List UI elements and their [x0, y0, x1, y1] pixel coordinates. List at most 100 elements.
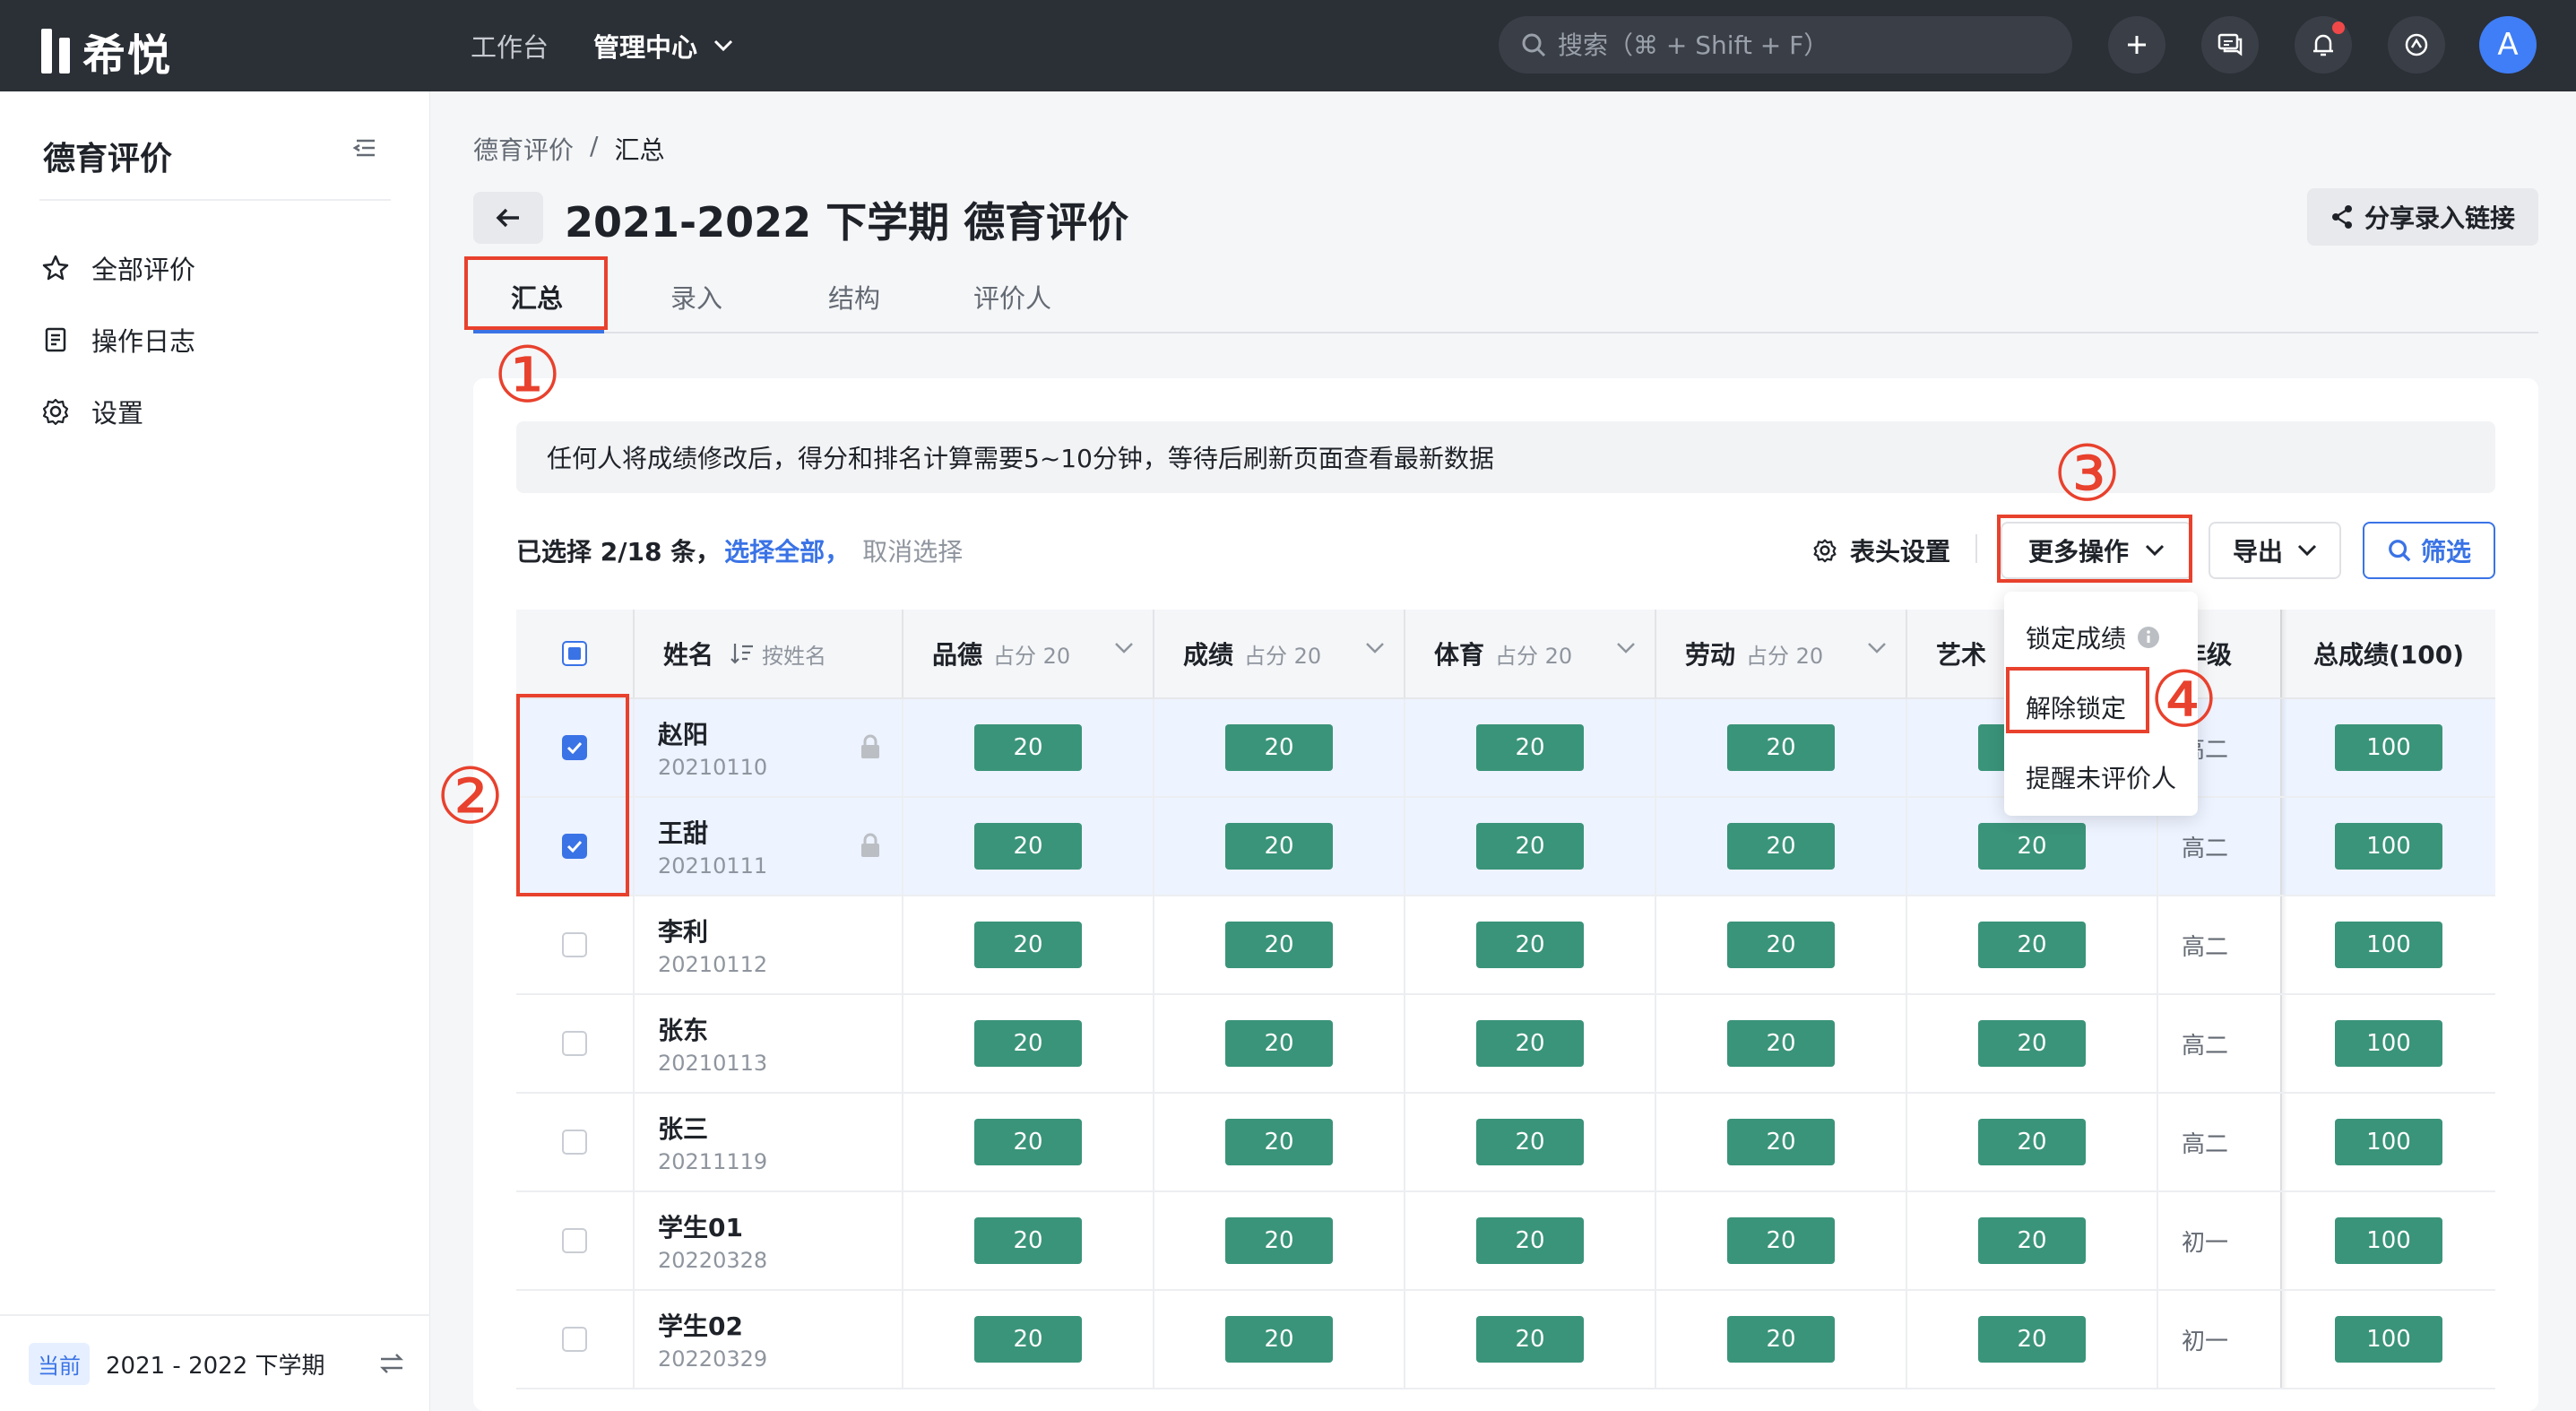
score-chip[interactable]: 20: [1476, 724, 1584, 771]
score-chip[interactable]: 20: [1476, 823, 1584, 870]
chevron-down-icon[interactable]: [1866, 642, 1888, 654]
sidebar-item-all-evaluations[interactable]: 全部评价: [41, 249, 195, 287]
table-row: 学生01 20220328 20 20 20 20 20 初一 100: [516, 1192, 2495, 1291]
score-chip[interactable]: 20: [1225, 1119, 1333, 1165]
row-checkbox[interactable]: [562, 1130, 587, 1155]
add-button[interactable]: [2108, 16, 2165, 74]
header-col-total[interactable]: 总成绩(100): [2282, 610, 2495, 697]
row-checkbox[interactable]: [562, 1327, 587, 1352]
score-chip[interactable]: 20: [1727, 1316, 1835, 1363]
header-col-grades[interactable]: 成绩 占分 20: [1154, 610, 1405, 697]
select-all-checkbox[interactable]: [562, 641, 587, 666]
score-cell-art: 20: [1907, 896, 2158, 993]
sidebar-item-settings[interactable]: 设置: [41, 393, 143, 430]
score-chip[interactable]: 20: [1476, 1217, 1584, 1264]
select-all-link[interactable]: 选择全部，: [724, 532, 850, 568]
term-selector[interactable]: 当前 2021 - 2022 下学期: [0, 1314, 430, 1411]
score-cell-pe: 20: [1405, 1291, 1656, 1388]
score-chip[interactable]: 20: [1476, 1119, 1584, 1165]
current-term: 2021 - 2022 下学期: [106, 1352, 325, 1380]
chevron-down-icon[interactable]: [1113, 642, 1135, 654]
current-badge: 当前: [29, 1342, 90, 1385]
row-checkbox[interactable]: [562, 1031, 587, 1056]
row-checkbox[interactable]: [562, 1228, 587, 1253]
sidebar: 德育评价 全部评价 操作日志 设置 当前 2021 - 2022 下学期: [0, 91, 430, 1411]
back-button[interactable]: [473, 192, 543, 244]
score-chip[interactable]: 20: [974, 1217, 1082, 1264]
score-chip[interactable]: 20: [1225, 1217, 1333, 1264]
score-chip[interactable]: 20: [974, 1119, 1082, 1165]
score-chip[interactable]: 20: [1727, 922, 1835, 968]
nav-admin-center[interactable]: 管理中心: [593, 27, 733, 65]
sidebar-item-operation-log[interactable]: 操作日志: [41, 321, 195, 359]
score-chip[interactable]: 20: [1225, 823, 1333, 870]
tab-evaluators[interactable]: 评价人: [973, 278, 1051, 316]
score-chip[interactable]: 20: [974, 922, 1082, 968]
score-chip[interactable]: 20: [1727, 724, 1835, 771]
header-col-pe[interactable]: 体育 占分 20: [1405, 610, 1656, 697]
collapse-sidebar-icon[interactable]: [351, 138, 376, 161]
score-chip[interactable]: 20: [1476, 1020, 1584, 1067]
notifications-button[interactable]: [2295, 16, 2352, 74]
total-score-chip[interactable]: 100: [2335, 724, 2442, 771]
global-search[interactable]: [1499, 16, 2072, 74]
bell-icon: [2313, 34, 2333, 56]
score-chip[interactable]: 20: [974, 1316, 1082, 1363]
score-cell-grades: 20: [1154, 1192, 1405, 1289]
total-score-chip[interactable]: 100: [2335, 1020, 2442, 1067]
export-button[interactable]: 导出: [2209, 522, 2341, 579]
header-settings-button[interactable]: 表头设置: [1812, 532, 1950, 568]
header-name[interactable]: 姓名 按姓名: [635, 610, 903, 697]
sidebar-item-label: 设置: [91, 398, 144, 428]
score-chip[interactable]: 20: [974, 724, 1082, 771]
summary-card: 任何人将成绩修改后，得分和排名计算需要5~10分钟，等待后刷新页面查看最新数据 …: [473, 378, 2538, 1411]
annotation-number-2: ②: [436, 752, 506, 842]
score-chip[interactable]: 20: [1225, 724, 1333, 771]
filter-button[interactable]: 筛选: [2363, 522, 2495, 579]
score-chip[interactable]: 20: [1978, 823, 2086, 870]
score-chip[interactable]: 20: [1727, 1119, 1835, 1165]
score-chip[interactable]: 20: [1978, 1217, 2086, 1264]
chevron-down-icon[interactable]: [1615, 642, 1637, 654]
app-switch-button[interactable]: [2388, 16, 2445, 74]
total-score-chip[interactable]: 100: [2335, 1119, 2442, 1165]
student-name: 学生02: [658, 1311, 743, 1341]
score-chip[interactable]: 20: [1727, 1217, 1835, 1264]
header-col-moral[interactable]: 品德 占分 20: [903, 610, 1154, 697]
student-id: 20211119: [658, 1149, 768, 1174]
chevron-down-icon[interactable]: [1364, 642, 1386, 654]
score-chip[interactable]: 20: [1978, 1020, 2086, 1067]
score-chip[interactable]: 20: [1727, 823, 1835, 870]
search-input[interactable]: [1558, 30, 2060, 60]
score-chip[interactable]: 20: [1225, 922, 1333, 968]
score-chip[interactable]: 20: [974, 1020, 1082, 1067]
row-checkbox[interactable]: [562, 932, 587, 957]
breadcrumb-link[interactable]: 德育评价: [473, 131, 574, 167]
share-entry-link-button[interactable]: 分享录入链接: [2307, 188, 2538, 246]
tab-structure[interactable]: 结构: [828, 278, 880, 316]
total-score-chip[interactable]: 100: [2335, 1316, 2442, 1363]
score-chip[interactable]: 20: [1476, 1316, 1584, 1363]
score-chip[interactable]: 20: [1225, 1020, 1333, 1067]
tab-entry[interactable]: 录入: [670, 278, 722, 316]
total-score-chip[interactable]: 100: [2335, 922, 2442, 968]
score-chip[interactable]: 20: [1978, 1119, 2086, 1165]
messages-button[interactable]: [2201, 16, 2259, 74]
total-score-chip[interactable]: 100: [2335, 823, 2442, 870]
score-chip[interactable]: 20: [1978, 1316, 2086, 1363]
nav-workbench[interactable]: 工作台: [471, 27, 549, 65]
score-chip[interactable]: 20: [1727, 1020, 1835, 1067]
user-avatar[interactable]: A: [2479, 16, 2537, 74]
student-name: 赵阳: [658, 720, 709, 749]
switch-term-icon[interactable]: [378, 1352, 405, 1379]
menu-item-remind-evaluators[interactable]: 提醒未评价人: [2004, 742, 2198, 812]
menu-item-label: 锁定成绩: [2026, 624, 2127, 654]
brand-logo[interactable]: 希悦: [41, 20, 172, 82]
score-chip[interactable]: 20: [1476, 922, 1584, 968]
score-chip[interactable]: 20: [1225, 1316, 1333, 1363]
header-col-labor[interactable]: 劳动 占分 20: [1656, 610, 1907, 697]
cancel-selection-link[interactable]: 取消选择: [862, 532, 963, 568]
total-score-chip[interactable]: 100: [2335, 1217, 2442, 1264]
score-chip[interactable]: 20: [1978, 922, 2086, 968]
score-chip[interactable]: 20: [974, 823, 1082, 870]
